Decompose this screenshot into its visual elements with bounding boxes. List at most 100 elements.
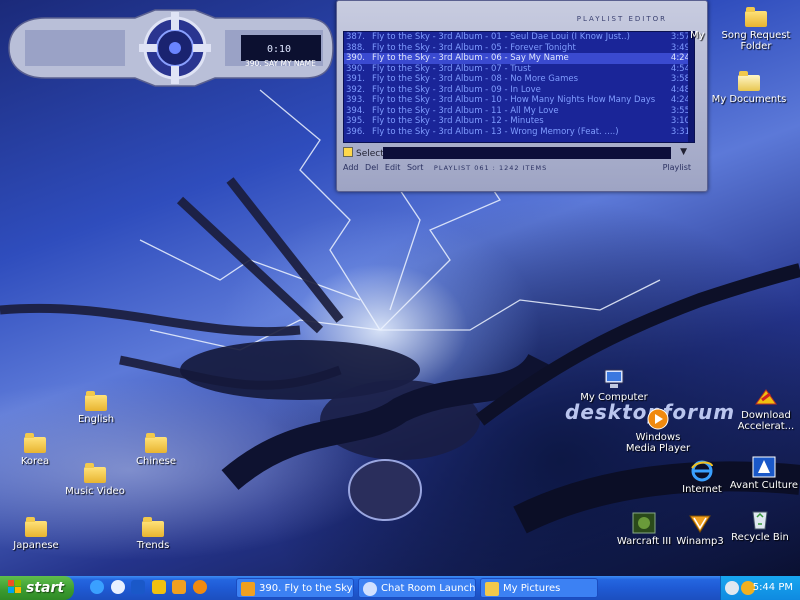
windows-flag-icon (8, 580, 21, 593)
playlist-item[interactable]: 391. Fly to the Sky - 3rd Album - 08 - No… (344, 74, 694, 85)
outlook-icon[interactable] (110, 580, 125, 594)
taskbar-button-chat-room[interactable]: Chat Room Launcher ... (358, 578, 476, 598)
download-accelerator-label: Download Accelerat... (737, 410, 795, 432)
folder-icon (85, 391, 107, 411)
playlist-item-title: Fly to the Sky - 3rd Album - 11 - All My… (372, 105, 559, 116)
clock: 5:44 PM (752, 582, 793, 593)
playlist-item-title: Fly to the Sky - 3rd Album - 09 - In Lov… (372, 84, 541, 95)
desktop-icon-music-video[interactable]: Music Video (57, 463, 133, 497)
media-player-label: Windows Media Player (625, 432, 691, 454)
folder-icon (24, 433, 46, 453)
playlist-item-title: Fly to the Sky - 3rd Album - 08 - No Mor… (372, 74, 579, 84)
computer-icon (604, 369, 624, 388)
playlist-item[interactable]: 387. Fly to the Sky - 3rd Album - 01 - Se… (344, 32, 694, 43)
playlist-item[interactable]: 396. Fly to the Sky - 3rd Album - 13 - Wr… (344, 127, 694, 138)
playlist-item-number: 390. (346, 53, 365, 63)
playlist-titlebar[interactable]: PLAYLIST EDITOR (337, 1, 707, 23)
playlist-item-title: Fly to the Sky - 3rd Album - 06 - Say My… (372, 53, 569, 63)
winamp-track-scroll: 390. SAY MY NAME (245, 59, 316, 68)
desktop-icon-song-request-folder[interactable]: Song Request Folder (718, 7, 794, 52)
folder-icon (84, 463, 106, 483)
playlist-item-number: 388. (346, 42, 365, 53)
recycle-bin-label: Recycle Bin (731, 532, 789, 543)
playlist-item-title: Fly to the Sky - 3rd Album - 12 - Minute… (372, 116, 544, 126)
winamp-main-window[interactable]: 0:10 390. SAY MY NAME (5, 8, 337, 88)
winamp-icon (241, 582, 255, 596)
desktop-icon-my-computer[interactable]: My Computer (576, 368, 652, 403)
my-computer-label: My Computer (580, 392, 648, 403)
select-input[interactable] (383, 147, 671, 159)
winamp-label: Winamp3 (676, 536, 724, 547)
desktop-icon-chinese[interactable]: Chinese (118, 433, 194, 467)
playlist-item-title: Fly to the Sky - 3rd Album - 05 - Foreve… (372, 42, 576, 53)
playlist-item-number: 396. (346, 126, 365, 137)
playlist-item[interactable]: 388. Fly to the Sky - 3rd Album - 05 - Fo… (344, 43, 694, 54)
playlist-item-number: 395. (346, 116, 365, 126)
folder-icon (485, 582, 499, 596)
desktop-icon-windows-media-player[interactable]: Windows Media Player (620, 408, 696, 454)
desktop-icon-download-accelerator[interactable]: Download Accelerat... (728, 386, 800, 432)
playlist-item[interactable]: 393. Fly to the Sky - 3rd Album - 10 - Ho… (344, 95, 694, 106)
playlist-item-number: 387. (346, 32, 365, 42)
playlist-item-number: 392. (346, 84, 365, 95)
playlist-item[interactable]: 390. Fly to the Sky - 3rd Album - 07 - Tr… (344, 64, 694, 75)
playlist-list[interactable]: 387. Fly to the Sky - 3rd Album - 01 - Se… (343, 31, 695, 143)
desktop-icon-korea[interactable]: Korea (0, 433, 73, 467)
playlist-item[interactable]: 395. Fly to the Sky - 3rd Album - 12 - Mi… (344, 116, 694, 127)
playlist-item-number: 393. (346, 95, 365, 105)
winamp-icon[interactable] (172, 580, 186, 594)
desktop-icon-recycle-bin[interactable]: Recycle Bin (722, 508, 798, 543)
edit-button[interactable]: Edit (385, 163, 401, 172)
winamp-time-display: 0:10 (267, 44, 292, 55)
select-label: Select (356, 149, 384, 159)
trends-label: Trends (136, 540, 170, 551)
add-button[interactable]: Add (343, 163, 359, 172)
playlist-scrollbar[interactable] (688, 32, 694, 142)
sort-button[interactable]: Sort (407, 163, 423, 172)
desktop-icon-trends[interactable]: Trends (115, 517, 191, 551)
playlist-item[interactable]: 392. Fly to the Sky - 3rd Album - 09 - In… (344, 85, 694, 96)
desktop-icon-avant-culture[interactable]: Avant Culture (726, 456, 800, 491)
start-label: start (26, 580, 65, 596)
folder-icon (142, 517, 164, 537)
taskbar-button-winamp[interactable]: 390. Fly to the Sky - ... (236, 578, 354, 598)
internet-explorer-icon (691, 460, 713, 482)
song-request-label: Song Request Folder (721, 30, 791, 52)
task-label: 390. Fly to the Sky - ... (259, 583, 353, 594)
playlist-item-number: 394. (346, 105, 365, 116)
download-accelerator-icon[interactable] (151, 580, 166, 594)
playlist-editor-window[interactable]: PLAYLIST EDITOR 387. Fly to the Sky - 3rd… (336, 0, 708, 192)
folder-icon (745, 7, 767, 27)
chevron-down-icon[interactable]: ▼ (680, 147, 687, 157)
playlist-item-selected[interactable]: 390. Fly to the Sky - 3rd Album - 06 - Sa… (344, 53, 694, 64)
avant-culture-icon (752, 456, 776, 478)
playlist-menu-button[interactable]: Playlist (663, 163, 691, 172)
media-player-icon[interactable] (192, 580, 207, 594)
volume-icon[interactable] (725, 581, 739, 595)
playlist-item[interactable]: 394. Fly to the Sky - 3rd Album - 11 - Al… (344, 106, 694, 117)
desktop-icon-japanese[interactable]: Japanese (0, 517, 74, 551)
playlist-item-number: 390. (346, 63, 365, 74)
playlist-item-title: Fly to the Sky - 3rd Album - 07 - Trust (372, 63, 531, 74)
documents-folder-icon (738, 71, 760, 91)
taskbar-button-my-pictures[interactable]: My Pictures (480, 578, 598, 598)
start-button[interactable]: start (0, 576, 74, 600)
desktop-icon-english[interactable]: English (58, 391, 134, 425)
internet-explorer-icon[interactable] (90, 580, 104, 594)
playlist-item-number: 391. (346, 74, 365, 84)
desktop-icon-my-documents[interactable]: My Documents (711, 71, 787, 105)
folder-icon (145, 433, 167, 453)
del-button[interactable]: Del (365, 163, 378, 172)
avant-culture-icon[interactable] (131, 580, 145, 594)
playlist-item-title: Fly to the Sky - 3rd Album - 10 - How Ma… (372, 95, 656, 105)
music-video-label: Music Video (65, 486, 125, 497)
desktop[interactable]: desktopforum 0:10 390. SAY MY NAME PLAYL… (0, 0, 800, 576)
system-tray: 5:44 PM (720, 576, 800, 600)
playlist-item-title: Fly to the Sky - 3rd Album - 13 - Wrong … (372, 126, 619, 137)
japanese-label: Japanese (13, 540, 59, 551)
winamp-icon (689, 515, 711, 533)
playlist-select-row: Select ▼ (343, 147, 693, 159)
select-checkbox[interactable] (343, 147, 353, 157)
quick-launch (90, 580, 210, 596)
internet-label: Internet (682, 484, 722, 495)
